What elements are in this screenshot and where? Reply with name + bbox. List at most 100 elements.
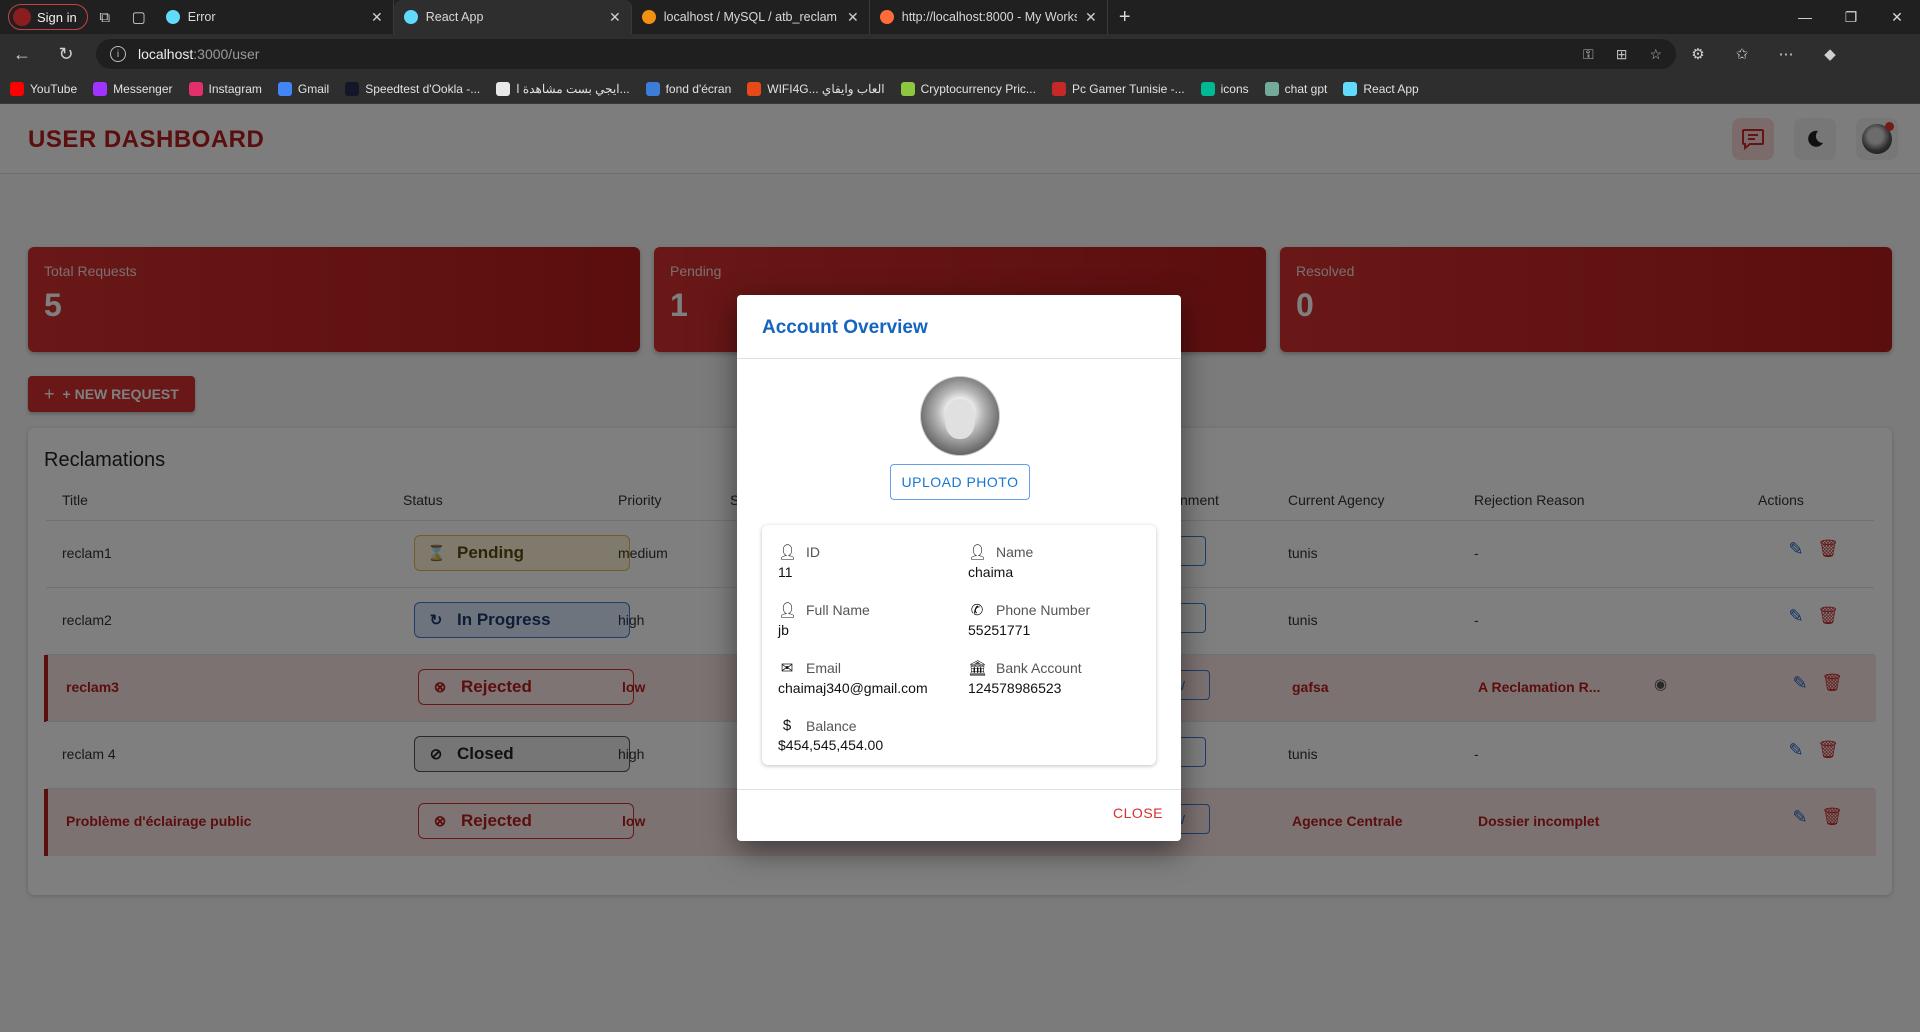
field-email: ✉ Email chaimaj340@gmail.com xyxy=(762,659,952,696)
bank-icon: 🏛︎ xyxy=(968,660,988,677)
bookmark-label: chat gpt xyxy=(1284,81,1328,96)
signin-label: Sign in xyxy=(37,9,77,25)
bookmark-favicon-icon xyxy=(277,81,292,96)
bookmark-item[interactable]: Cryptocurrency Pric... xyxy=(900,81,1036,96)
bookmark-favicon-icon xyxy=(10,81,24,96)
field-balance: $ Balance $454,545,454.00 xyxy=(762,717,942,753)
bookmark-favicon-icon xyxy=(345,81,360,96)
workspaces-icon[interactable]: ⧉ xyxy=(88,2,122,32)
bookmark-label: ايجي بست مشاهدة ا... xyxy=(516,81,630,96)
bookmark-label: Cryptocurrency Pric... xyxy=(920,81,1036,96)
field-value: jb xyxy=(778,622,789,638)
extensions-icon[interactable]: ⚙ xyxy=(1676,45,1720,63)
restore-icon[interactable]: ❐ xyxy=(1828,9,1874,26)
profile-photo xyxy=(920,376,1000,456)
bookmark-favicon-icon xyxy=(1343,81,1358,96)
field-label: Full Name xyxy=(806,602,870,618)
bookmark-favicon-icon xyxy=(1264,81,1279,96)
url-path: :3000/user xyxy=(193,46,260,62)
profile-signin-button[interactable]: Sign in xyxy=(8,4,88,30)
back-icon[interactable]: ← xyxy=(0,44,44,65)
url-host: localhost xyxy=(138,46,194,62)
bookmark-label: Pc Gamer Tunisie -... xyxy=(1071,81,1185,96)
bookmark-label: React App xyxy=(1363,81,1419,96)
mail-icon: ✉ xyxy=(780,660,794,677)
close-tab-icon[interactable]: ✕ xyxy=(371,9,383,26)
bookmark-item[interactable]: icons xyxy=(1200,81,1249,96)
favorite-star-icon[interactable]: ☆ xyxy=(1649,46,1662,63)
tab-error[interactable]: Error ✕ xyxy=(156,0,394,34)
bookmark-label: icons xyxy=(1220,81,1249,96)
bookmark-label: YouTube xyxy=(30,81,78,96)
close-window-icon[interactable]: ✕ xyxy=(1874,9,1920,26)
minimize-icon[interactable]: — xyxy=(1782,9,1828,26)
tab-actions-icon[interactable]: ▢ xyxy=(122,2,156,32)
field-phone: ✆ Phone Number 55251771 xyxy=(952,601,1132,638)
apps-icon[interactable]: ⊞ xyxy=(1616,46,1628,63)
bookmark-label: Speedtest d'Ookla -... xyxy=(365,81,481,96)
close-button[interactable]: CLOSE xyxy=(1113,805,1163,821)
bookmark-label: Instagram xyxy=(208,81,262,96)
field-label: Email xyxy=(806,660,842,676)
tab-postman[interactable]: http://localhost:8000 - My Works ✕ xyxy=(870,0,1108,34)
bookmark-item[interactable]: Gmail xyxy=(277,81,330,96)
bookmark-item[interactable]: Speedtest d'Ookla -... xyxy=(345,81,481,96)
key-icon[interactable]: ⚿ xyxy=(1583,46,1594,63)
bookmark-label: Messenger xyxy=(113,81,173,96)
bookmark-label: Gmail xyxy=(297,81,330,96)
copilot-icon[interactable]: ◆ xyxy=(1808,45,1852,63)
tab-phpmyadmin[interactable]: localhost / MySQL / atb_reclam / ✕ xyxy=(632,0,870,34)
person-icon: 👤︎ xyxy=(778,602,798,619)
bookmark-item[interactable]: React App xyxy=(1343,81,1419,96)
field-value: 55251771 xyxy=(968,622,1031,638)
bookmark-label: fond d'écran xyxy=(665,81,732,96)
close-tab-icon[interactable]: ✕ xyxy=(1085,9,1097,26)
react-favicon-icon xyxy=(403,10,418,24)
field-full-name: 👤︎ Full Name jb xyxy=(762,601,942,638)
bookmark-favicon-icon xyxy=(1051,81,1066,96)
field-bank-account: 🏛︎ Bank Account 124578986523 xyxy=(952,659,1132,696)
bookmark-item[interactable]: Pc Gamer Tunisie -... xyxy=(1051,81,1185,96)
upload-photo-button[interactable]: UPLOAD PHOTO xyxy=(890,464,1030,500)
close-tab-icon[interactable]: ✕ xyxy=(847,9,859,26)
bookmark-item[interactable]: fond d'écran xyxy=(645,81,732,96)
divider xyxy=(737,789,1181,790)
field-id: 👤︎ ID 11 xyxy=(762,543,942,580)
close-tab-icon[interactable]: ✕ xyxy=(609,9,621,26)
field-value: $454,545,454.00 xyxy=(778,737,884,753)
browser-tabstrip: Sign in ⧉ ▢ Error ✕ React App ✕ localhos… xyxy=(0,0,1920,34)
reload-icon[interactable]: ↻ xyxy=(44,44,88,65)
field-value: chaimaj340@gmail.com xyxy=(778,680,928,696)
bookmark-item[interactable]: WIFI4G... العاب وايفاي xyxy=(747,81,885,96)
bookmark-item[interactable]: Instagram xyxy=(188,81,262,96)
bookmark-favicon-icon xyxy=(747,81,762,96)
bookmark-label: WIFI4G... العاب وايفاي xyxy=(767,81,885,96)
account-info-card: 👤︎ ID 11 👤︎ Name chaima 👤︎ Full Name jb ✆ Ph… xyxy=(762,525,1156,765)
favorites-icon[interactable]: ✩ xyxy=(1720,45,1764,63)
more-menu-icon[interactable]: ⋯ xyxy=(1764,45,1808,63)
new-tab-icon[interactable]: + xyxy=(1108,6,1142,29)
bookmark-favicon-icon xyxy=(645,81,660,96)
phone-icon: ✆ xyxy=(970,602,984,619)
bookmark-item[interactable]: ايجي بست مشاهدة ا... xyxy=(496,81,630,96)
dialog-title: Account Overview xyxy=(762,317,928,338)
address-bar[interactable]: i localhost:3000/user ⚿ ⊞ ☆ xyxy=(96,39,1676,69)
tab-title: React App xyxy=(425,10,484,24)
bookmark-item[interactable]: Messenger xyxy=(93,81,173,96)
person-icon: 👤︎ xyxy=(968,544,988,561)
postman-favicon-icon xyxy=(879,10,894,24)
dollar-icon: $ xyxy=(782,717,792,734)
field-name: 👤︎ Name chaima xyxy=(952,543,1132,580)
field-label: Bank Account xyxy=(996,660,1082,676)
bookmark-favicon-icon xyxy=(1200,81,1215,96)
bookmark-favicon-icon xyxy=(496,81,511,96)
bookmark-item[interactable]: YouTube xyxy=(10,81,78,96)
tab-react-app[interactable]: React App ✕ xyxy=(393,0,632,34)
phpmyadmin-favicon-icon xyxy=(641,10,656,24)
bookmark-favicon-icon xyxy=(93,81,108,96)
site-info-icon[interactable]: i xyxy=(110,46,126,62)
field-label: Phone Number xyxy=(996,602,1091,618)
divider xyxy=(737,358,1181,359)
bookmark-item[interactable]: chat gpt xyxy=(1264,81,1328,96)
tab-title: http://localhost:8000 - My Works xyxy=(901,10,1078,24)
